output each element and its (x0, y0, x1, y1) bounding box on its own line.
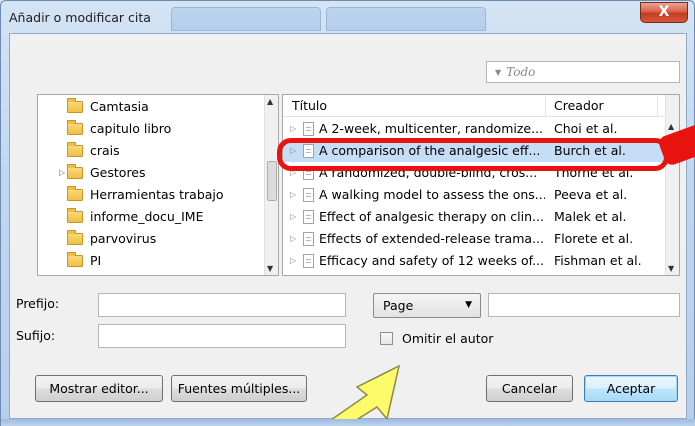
row-creator: Malek et al. (554, 209, 627, 224)
scroll-up-icon[interactable]: ▲ (668, 122, 674, 131)
items-table[interactable]: Título Creador ☷ ▷ A 2-week, multicenter… (282, 94, 680, 276)
chevron-down-icon: ▼ (465, 300, 472, 310)
window-title: Añadir o modificar cita (9, 10, 151, 25)
tree-item[interactable]: PI (38, 250, 266, 272)
tree-item-label: crais (90, 143, 120, 158)
row-title: A walking model to assess the ons... (319, 187, 545, 202)
cancel-button[interactable]: Cancelar (486, 375, 573, 402)
twisty-icon[interactable]: ▷ (290, 118, 296, 140)
multiple-sources-button[interactable]: Fuentes múltiples... (171, 375, 307, 402)
row-title: Effects of extended-release trama... (319, 231, 544, 246)
document-icon (303, 232, 314, 246)
folder-icon (67, 252, 83, 267)
tree-item[interactable]: Herramientas trabajo (38, 184, 266, 206)
twisty-icon[interactable]: ▷ (290, 250, 296, 272)
document-icon (303, 122, 314, 136)
tree-item[interactable]: crais (38, 140, 266, 162)
row-creator: Fishman et al. (554, 253, 642, 268)
dialog-window: Añadir o modificar cita X ▼ Todo Camtasia… (0, 0, 695, 426)
search-placeholder: Todo (506, 65, 536, 79)
locator-input[interactable] (488, 293, 680, 317)
search-dropdown-icon[interactable]: ▼ (495, 68, 501, 77)
yellow-arrow-annotation (320, 364, 401, 426)
document-icon (303, 254, 314, 268)
locator-type-select[interactable]: Page ▼ (373, 293, 481, 318)
twisty-icon[interactable]: ▷ (290, 228, 296, 250)
document-icon (303, 210, 314, 224)
folder-icon (67, 186, 83, 201)
row-title: Effect of analgesic therapy on clin... (319, 209, 544, 224)
scroll-down-icon[interactable]: ▼ (267, 264, 273, 273)
tree-item-label: Camtasia (90, 99, 149, 114)
column-header-creator[interactable]: Creador (546, 95, 658, 117)
row-creator: Florete et al. (554, 231, 634, 246)
suffix-label: Sufijo: (16, 328, 56, 343)
title-bar: Añadir o modificar cita X (1, 1, 695, 33)
table-row[interactable]: ▷ A walking model to assess the ons... P… (283, 184, 666, 206)
highlight-annotation (277, 138, 669, 171)
twisty-icon[interactable]: ▷ (290, 184, 296, 206)
folder-icon (67, 142, 83, 157)
folder-icon (67, 208, 83, 223)
row-title: Efficacy and safety of 12 weeks of... (319, 253, 545, 268)
tree-item[interactable]: ▷ Gestores (38, 162, 266, 184)
search-input[interactable]: ▼ Todo (486, 61, 680, 83)
tree-item-label: parvovirus (90, 231, 157, 246)
prefix-label: Prefijo: (16, 296, 60, 311)
twisty-icon[interactable]: ▷ (290, 206, 296, 228)
tree-item-label: Gestores (90, 165, 146, 180)
tree-item-label: informe_docu_IME (90, 209, 204, 224)
background-tab (171, 7, 321, 31)
scroll-up-icon[interactable]: ▲ (267, 97, 273, 106)
folder-icon (67, 230, 83, 245)
tree-item[interactable]: capitulo libro (38, 118, 266, 140)
tree-item[interactable]: parvovirus (38, 228, 266, 250)
folder-icon (67, 164, 83, 179)
tree-item-label: PI (90, 253, 102, 268)
row-title: A 2-week, multicenter, randomize... (319, 121, 544, 136)
background-tab (326, 7, 486, 31)
tree-item[interactable]: Camtasia (38, 96, 266, 118)
row-creator: Peeva et al. (554, 187, 628, 202)
column-header-title[interactable]: Título (283, 95, 546, 117)
scroll-thumb[interactable] (267, 161, 277, 201)
collections-tree[interactable]: Camtasia capitulo libro crais ▷ Gestores… (37, 94, 279, 276)
document-icon (303, 188, 314, 202)
accept-button[interactable]: Aceptar (584, 375, 678, 402)
suffix-input[interactable] (98, 324, 346, 348)
prefix-input[interactable] (98, 293, 346, 317)
close-button[interactable]: X (640, 2, 688, 23)
omit-author-checkbox[interactable] (380, 332, 393, 345)
table-scrollbar[interactable]: ▲ ▼ (665, 95, 679, 275)
folder-icon (67, 120, 83, 135)
expand-arrow-icon[interactable]: ▷ (59, 162, 65, 184)
locator-type-value: Page (383, 298, 414, 313)
tree-item-label: capitulo libro (90, 121, 172, 136)
scroll-down-icon[interactable]: ▼ (668, 264, 674, 273)
row-creator: Choi et al. (554, 121, 618, 136)
tree-item-label: Herramientas trabajo (90, 187, 224, 202)
tree-item[interactable]: informe_docu_IME (38, 206, 266, 228)
table-row[interactable]: ▷ Effect of analgesic therapy on clin...… (283, 206, 666, 228)
table-row[interactable]: ▷ A 2-week, multicenter, randomize... Ch… (283, 118, 666, 140)
window-bottom-border (1, 419, 695, 426)
tree-scrollbar[interactable]: ▲ ▼ (264, 95, 278, 275)
omit-author-label[interactable]: Omitir el autor (402, 331, 493, 346)
folder-icon (67, 98, 83, 113)
table-row[interactable]: ▷ Effects of extended-release trama... F… (283, 228, 666, 250)
table-row[interactable]: ▷ Efficacy and safety of 12 weeks of... … (283, 250, 666, 272)
show-editor-button[interactable]: Mostrar editor... (35, 375, 163, 402)
